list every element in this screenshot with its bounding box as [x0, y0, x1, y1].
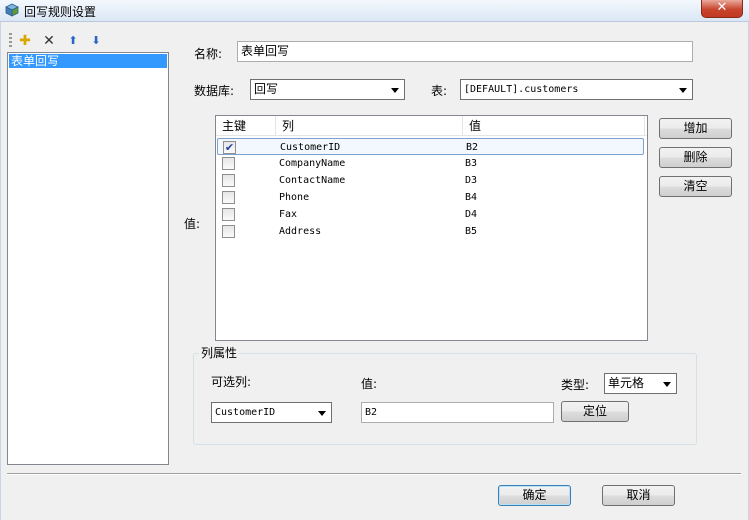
header-column[interactable]: 列	[276, 116, 463, 136]
locate-button[interactable]: 定位	[561, 401, 629, 422]
values-label: 值:	[184, 217, 201, 231]
table-row[interactable]: ✔ CustomerID B2	[217, 138, 644, 155]
table-row[interactable]: Address B5	[217, 223, 644, 240]
type-select[interactable]: 单元格	[604, 373, 677, 394]
close-icon: ✕	[716, 0, 728, 15]
move-up-icon[interactable]: ⬆	[64, 32, 82, 50]
column-name-cell[interactable]: ContactName	[279, 172, 345, 189]
column-value-grid[interactable]: 主键 列 值 ✔ CustomerID B2 CompanyName B3 Contact…	[215, 115, 648, 341]
column-name-cell[interactable]: CompanyName	[279, 155, 345, 172]
chevron-down-icon	[679, 88, 687, 93]
table-row[interactable]: Fax D4	[217, 206, 644, 223]
table-row[interactable]: ContactName D3	[217, 172, 644, 189]
toolbar-grip	[9, 33, 12, 49]
window-title: 回写规则设置	[24, 5, 97, 19]
dialog-body: ✚ ✕ ⬆ ⬇ 表单回写 名称: 表单回写 数据库: 回写 表: [DEFAUL…	[0, 22, 749, 520]
table-select[interactable]: [DEFAULT].customers	[460, 79, 693, 100]
column-value-cell[interactable]: B5	[465, 223, 477, 240]
clear-button[interactable]: 清空	[659, 176, 732, 197]
chevron-down-icon	[391, 88, 399, 93]
primary-key-checkbox[interactable]	[222, 157, 235, 170]
move-down-icon[interactable]: ⬇	[87, 32, 105, 50]
primary-key-checkbox[interactable]	[222, 191, 235, 204]
column-name-cell[interactable]: Phone	[279, 189, 309, 206]
optional-column-select[interactable]: CustomerID	[211, 402, 332, 423]
table-row[interactable]: Phone B4	[217, 189, 644, 206]
rule-list-item[interactable]: 表单回写	[9, 54, 167, 68]
database-label: 数据库:	[194, 84, 235, 98]
optional-column-label: 可选列:	[211, 375, 252, 389]
value-label: 值:	[361, 377, 378, 391]
add-button[interactable]: 增加	[659, 118, 732, 139]
title-bar: 回写规则设置 ✕	[0, 0, 749, 22]
header-key[interactable]: 主键	[216, 116, 276, 136]
column-properties-title: 列属性	[199, 344, 240, 361]
database-select[interactable]: 回写	[250, 79, 405, 100]
primary-key-checkbox[interactable]	[222, 225, 235, 238]
type-label: 类型:	[561, 378, 590, 392]
primary-key-checkbox[interactable]	[222, 174, 235, 187]
column-properties-group	[193, 353, 697, 445]
rule-list[interactable]: 表单回写	[7, 52, 169, 465]
name-label: 名称:	[194, 47, 223, 61]
table-label: 表:	[431, 84, 448, 98]
value-input[interactable]: B2	[361, 402, 554, 423]
header-value[interactable]: 值	[463, 116, 645, 136]
ok-button[interactable]: 确定	[498, 485, 571, 506]
optional-column-value: CustomerID	[215, 407, 276, 418]
grid-header: 主键 列 值	[216, 116, 647, 136]
new-rule-icon[interactable]: ✚	[16, 32, 34, 50]
footer-divider	[7, 473, 741, 475]
column-value-cell[interactable]: B4	[465, 189, 477, 206]
type-value: 单元格	[608, 376, 645, 390]
column-name-cell[interactable]: Fax	[279, 206, 297, 223]
primary-key-checkbox[interactable]: ✔	[223, 141, 236, 154]
name-input[interactable]: 表单回写	[237, 41, 693, 62]
chevron-down-icon	[318, 411, 326, 416]
chevron-down-icon	[663, 382, 671, 387]
cancel-button[interactable]: 取消	[602, 485, 675, 506]
column-value-cell[interactable]: B3	[465, 155, 477, 172]
table-row[interactable]: CompanyName B3	[217, 155, 644, 172]
column-value-cell[interactable]: D3	[465, 172, 477, 189]
app-cube-icon	[5, 3, 19, 17]
column-value-cell[interactable]: B2	[466, 139, 478, 156]
table-value: [DEFAULT].customers	[464, 84, 579, 95]
column-name-cell[interactable]: CustomerID	[280, 139, 340, 156]
column-value-cell[interactable]: D4	[465, 206, 477, 223]
rules-toolbar: ✚ ✕ ⬆ ⬇	[8, 30, 168, 52]
database-value: 回写	[254, 82, 279, 96]
column-name-cell[interactable]: Address	[279, 223, 321, 240]
primary-key-checkbox[interactable]	[222, 208, 235, 221]
delete-icon[interactable]: ✕	[40, 32, 58, 50]
delete-button[interactable]: 删除	[659, 147, 732, 168]
close-button[interactable]: ✕	[701, 0, 743, 18]
